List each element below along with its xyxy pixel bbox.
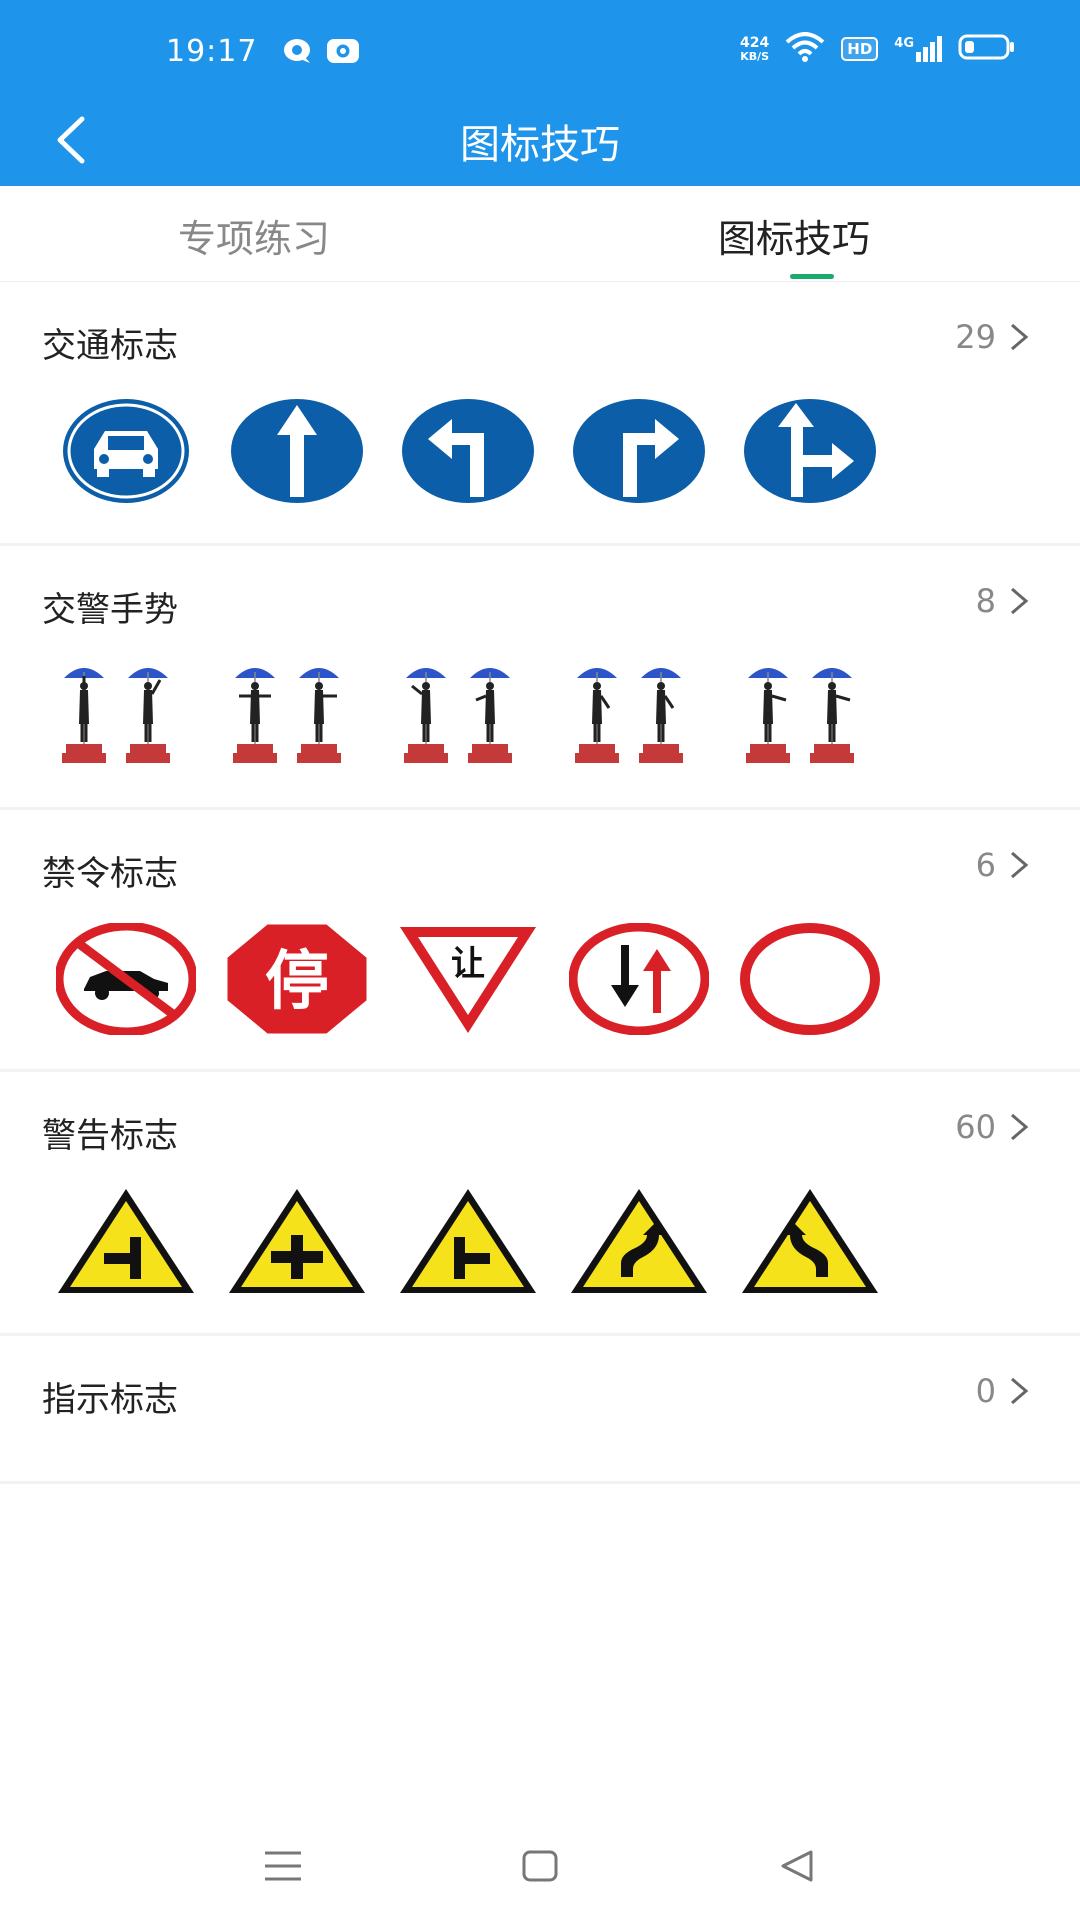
no-vehicles-sign-icon[interactable] xyxy=(724,920,895,1038)
wifi-icon xyxy=(785,32,825,66)
section-count: 29 xyxy=(955,318,996,356)
home-button[interactable] xyxy=(515,1844,565,1888)
car-sign-icon[interactable] xyxy=(40,392,211,510)
chevron-right-icon[interactable] xyxy=(1006,850,1032,880)
hd-badge: HD xyxy=(841,37,879,61)
home-icon xyxy=(522,1850,558,1882)
straight-arrow-sign-icon[interactable] xyxy=(211,392,382,510)
back-triangle-icon xyxy=(781,1850,813,1882)
t-junction-right-sign-icon[interactable] xyxy=(382,1182,553,1300)
police-gesture-stop-icon[interactable] xyxy=(40,656,211,774)
winding-road-right-sign-icon[interactable] xyxy=(553,1182,724,1300)
section-count: 0 xyxy=(975,1372,996,1410)
section-count: 6 xyxy=(975,846,996,884)
page-title: 图标技巧 xyxy=(460,122,620,168)
section-title: 警告标志 xyxy=(42,1116,178,1156)
battery-icon xyxy=(958,33,1016,65)
section-traffic-signs[interactable]: 交通标志 29 xyxy=(0,282,1080,546)
section-warning-signs[interactable]: 警告标志 60 xyxy=(0,1072,1080,1336)
chevron-right-icon[interactable] xyxy=(1006,1376,1032,1406)
navigation-bar: 图标技巧 xyxy=(0,104,1080,186)
police-gesture-slow-down-icon[interactable] xyxy=(724,656,895,774)
tab-icon-tips[interactable]: 图标技巧 xyxy=(718,208,870,263)
winding-road-left-sign-icon[interactable] xyxy=(724,1182,895,1300)
section-title: 交通标志 xyxy=(42,326,178,366)
straight-or-right-sign-icon[interactable] xyxy=(724,392,895,510)
stop-sign-text: 停 xyxy=(265,945,329,1019)
section-title: 禁令标志 xyxy=(42,854,178,894)
section-count: 8 xyxy=(975,582,996,620)
chevron-right-icon[interactable] xyxy=(1006,1112,1032,1142)
camera-circle-icon xyxy=(326,38,360,68)
system-back-button[interactable] xyxy=(772,1844,822,1888)
oncoming-priority-sign-icon[interactable] xyxy=(553,920,724,1038)
menu-icon xyxy=(265,1851,301,1881)
stop-sign-icon[interactable]: 停 xyxy=(211,920,382,1038)
chevron-right-icon[interactable] xyxy=(1006,322,1032,352)
tab-active-indicator xyxy=(790,274,834,279)
net-speed: 424 KB/S xyxy=(740,35,770,63)
section-indication-signs[interactable]: 指示标志 0 xyxy=(0,1336,1080,1484)
tab-bar: 专项练习 图标技巧 xyxy=(0,186,1080,282)
left-turn-sign-icon[interactable] xyxy=(382,392,553,510)
menu-button[interactable] xyxy=(258,1844,308,1888)
section-prohibition-signs[interactable]: 禁令标志 6 停 让 xyxy=(0,810,1080,1072)
status-bar: 19:17 424 KB/S HD 4G xyxy=(0,0,1080,104)
police-gesture-right-turn-icon[interactable] xyxy=(553,656,724,774)
section-title: 交警手势 xyxy=(42,590,178,630)
status-time: 19:17 xyxy=(166,34,258,69)
section-title: 指示标志 xyxy=(42,1380,178,1420)
police-gesture-left-turn-icon[interactable] xyxy=(382,656,553,774)
signal-bars-icon: 4G xyxy=(894,36,942,62)
tab-special-practice[interactable]: 专项练习 xyxy=(178,208,330,263)
yield-sign-text: 让 xyxy=(451,944,485,984)
system-nav-bar xyxy=(0,1810,1080,1920)
right-turn-sign-icon[interactable] xyxy=(553,392,724,510)
t-junction-left-sign-icon[interactable] xyxy=(40,1182,211,1300)
crossroad-sign-icon[interactable] xyxy=(211,1182,382,1300)
section-count: 60 xyxy=(955,1108,996,1146)
section-police-gestures[interactable]: 交警手势 8 xyxy=(0,546,1080,810)
yield-sign-icon[interactable]: 让 xyxy=(382,920,553,1038)
message-bubble-icon xyxy=(282,38,312,68)
app-header: 19:17 424 KB/S HD 4G 图标技巧 xyxy=(0,0,1080,186)
police-gesture-straight-icon[interactable] xyxy=(211,656,382,774)
no-cars-sign-icon[interactable] xyxy=(40,920,211,1038)
chevron-right-icon[interactable] xyxy=(1006,586,1032,616)
